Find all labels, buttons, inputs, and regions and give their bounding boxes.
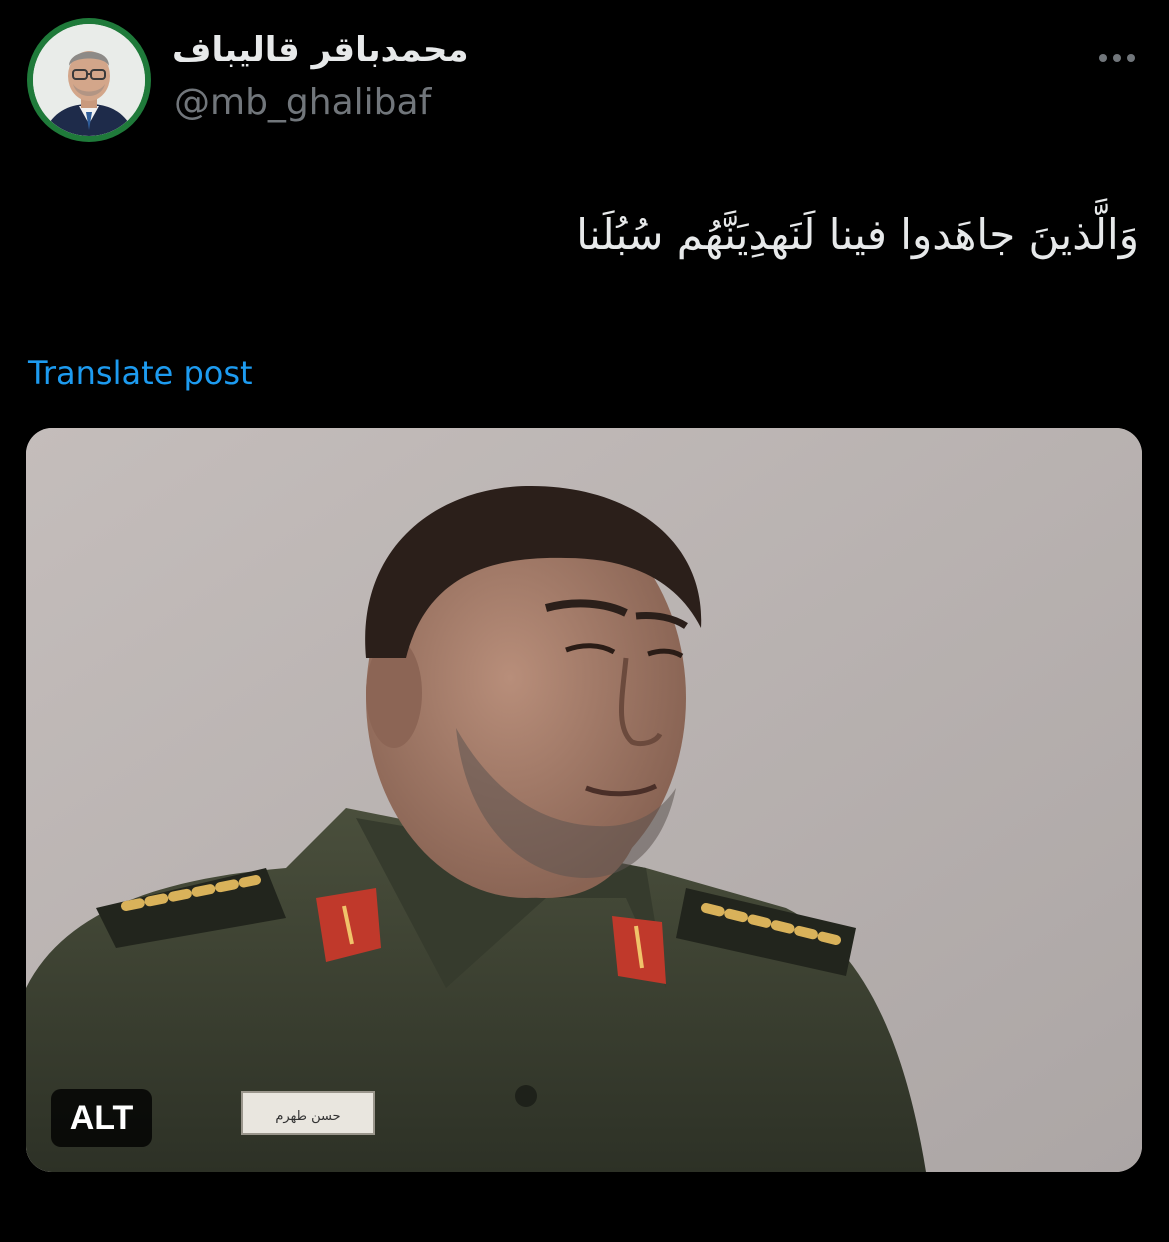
name-tag-text: حسن طهرم: [275, 1109, 340, 1124]
author-display-name[interactable]: محمدباقر قالیباف: [172, 30, 469, 70]
more-horizontal-icon: [1127, 54, 1135, 62]
post: محمدباقر قالیباف @mb_ghalibaf وَالَّذينَ…: [0, 0, 1169, 1242]
portrait-photo: حسن طهرم: [26, 428, 1142, 1172]
more-horizontal-icon: [1113, 54, 1121, 62]
avatar-photo: [33, 24, 145, 136]
author-handle[interactable]: @mb_ghalibaf: [174, 82, 431, 123]
post-media-photo[interactable]: حسن طهرم: [26, 428, 1142, 1172]
translate-post-link[interactable]: Translate post: [28, 354, 253, 392]
alt-text-badge[interactable]: ALT: [51, 1089, 152, 1147]
more-options-button[interactable]: [1090, 38, 1144, 78]
author-avatar[interactable]: [27, 18, 151, 142]
post-text: وَالَّذينَ جاهَدوا فينا لَنَهدِيَنَّهُم …: [576, 210, 1139, 259]
more-horizontal-icon: [1099, 54, 1107, 62]
